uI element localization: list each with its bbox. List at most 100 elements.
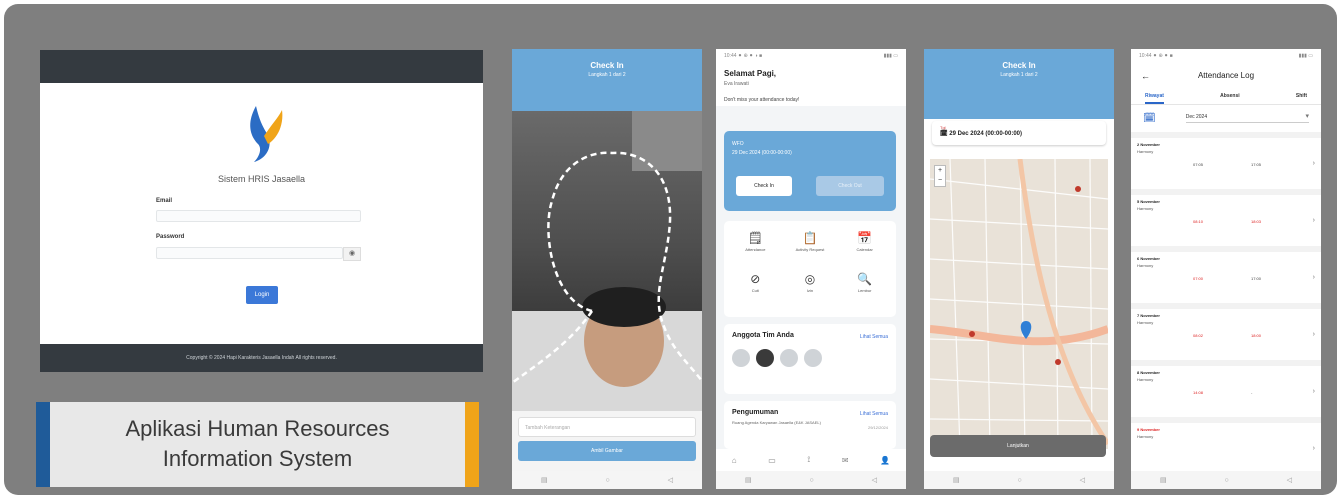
list-item[interactable]: 7 November Harmony 08:02 18:00 › [1131,303,1321,360]
menu-item-activity-request[interactable]: 📋 Activity Request [783,231,838,266]
avatar[interactable] [804,349,822,367]
avatar[interactable] [732,349,750,367]
keterangan-input[interactable]: Tambah Keterangan [518,417,696,437]
attendance-card: WFO 29 Dec 2024 (00:00-00:00) Check In C… [724,131,896,211]
chevron-right-icon[interactable]: › [1313,445,1315,452]
status-time: 10:44 ⚫ ⊕ ⚫ ◑ ■ [724,53,763,59]
chevron-right-icon[interactable]: › [1313,274,1315,281]
eye-icon[interactable]: ◉ [343,247,361,261]
log-shift: Harmony [1137,206,1154,211]
profile-tab-icon[interactable]: 👤 [880,456,890,465]
android-nav-bar: ▤ ○ ◁ [716,471,906,489]
team-avatars [732,349,888,367]
log-date: 2 November [1137,142,1160,147]
menu-item-cuti[interactable]: ⊘ Cuti [728,272,783,307]
menu-item-calendar[interactable]: 📅 Calendar [837,231,892,266]
log-shift: Harmony [1137,434,1154,439]
email-field[interactable] [156,210,361,222]
check-out-button[interactable]: Check Out [816,176,884,196]
back-arrow-icon[interactable]: ← [1141,65,1150,87]
recents-icon[interactable]: ▤ [953,476,960,484]
app-bottom-nav: ⌂ ▭ ⟟ ✉ 👤 [716,449,906,471]
list-item[interactable]: 9 November Harmony › [1131,417,1321,474]
attendance-tab-icon[interactable]: ▭ [768,456,776,465]
menu-item-attendance[interactable]: 🗒 Attendance [728,231,783,266]
camera-preview [512,111,702,411]
announcement-section: Pengumuman Lihat Semua Ruang Agenda Kary… [724,401,896,449]
list-item[interactable]: 2 November Harmony 07:05 17:05 › [1131,132,1321,189]
back-icon[interactable]: ◁ [872,476,877,484]
log-shift: Harmony [1137,149,1154,154]
list-item[interactable]: 6 November Harmony 07:00 17:00 › [1131,246,1321,303]
avatar[interactable] [756,349,774,367]
chevron-right-icon[interactable]: › [1313,217,1315,224]
greeting-block: Selamat Pagi, Eva Irawati [716,65,906,91]
log-date: 9 November [1137,427,1160,432]
log-check-out: - [1251,390,1253,395]
see-all-team-link[interactable]: Lihat Semua [860,334,888,340]
map-title: Check In [1002,61,1036,70]
feature-menu-grid: 🗒 Attendance 📋 Activity Request 📅 Calendar … [724,221,896,317]
home-tab-icon[interactable]: ⌂ [732,456,737,465]
password-field[interactable] [156,247,343,259]
back-icon[interactable]: ◁ [1287,476,1292,484]
chevron-right-icon[interactable]: › [1313,331,1315,338]
list-item[interactable]: 5 November Harmony 08:10 18:03 › [1131,189,1321,246]
checkin-step: Langkah 1 dari 2 [588,72,626,78]
attendance-reminder: Don't miss your attendance today! [716,91,906,106]
recents-icon[interactable]: ▤ [541,476,548,484]
caption-box: Aplikasi Human Resources Information Sys… [36,402,479,487]
web-footer: Copyright © 2024 Hapi Karakteris Jasaell… [40,344,483,372]
log-check-in: 14:08 [1193,390,1204,395]
announcement-date: 29/12/2024 [867,425,888,430]
map-zoom-controls[interactable]: + − [934,165,946,187]
home-icon[interactable]: ○ [605,477,609,484]
menu-item-lembur[interactable]: 🔍 Lembur [837,272,892,307]
tab-absensi[interactable]: Absensi [1220,93,1239,104]
showcase-frame: Sistem HRIS Jasaella Email Password ◉ Lo… [4,4,1337,495]
log-check-in: 07:05 [1193,162,1204,167]
avatar[interactable] [780,349,798,367]
chevron-right-icon[interactable]: › [1313,160,1315,167]
month-select[interactable]: Dec 2024 [1185,112,1309,123]
tab-shift[interactable]: Shift [1296,93,1307,104]
login-button[interactable]: Login [246,286,278,304]
phone-attendance-log: 10:44 ⚫ ⊕ ⚫ ■ ▮▮▮ ▭ ← Attendance Log Riwa… [1131,49,1321,489]
tab-riwayat[interactable]: Riwayat [1145,93,1164,104]
overtime-icon: 🔍 [857,272,873,286]
continue-button[interactable]: Lanjutkan [930,435,1106,457]
see-all-announcement-link[interactable]: Lihat Semua [860,411,888,417]
back-icon[interactable]: ◁ [1080,476,1085,484]
app-name: Sistem HRIS Jasaella [217,174,306,184]
home-icon[interactable]: ○ [1017,477,1021,484]
status-time: 10:44 ⚫ ⊕ ⚫ ■ [1139,53,1173,59]
inbox-tab-icon[interactable]: ✉ [842,456,849,465]
phone-camera-checkin: Check In Langkah 1 dari 2 Tambah Keteran… [512,49,702,489]
home-icon[interactable]: ○ [1224,477,1228,484]
status-bar: 10:44 ⚫ ⊕ ⚫ ◑ ■ ▮▮▮ ▭ [716,49,906,65]
log-check-out: 17:00 [1251,276,1262,281]
menu-item-izin[interactable]: ◎ Izin [783,272,838,307]
back-icon[interactable]: ◁ [668,476,673,484]
log-date: 6 November [1137,256,1160,261]
chevron-right-icon[interactable]: › [1313,388,1315,395]
check-in-button[interactable]: Check In [736,176,792,196]
log-check-in: 07:00 [1193,276,1204,281]
caption-text: Aplikasi Human Resources Information Sys… [50,414,465,474]
map-view[interactable]: + − [930,159,1108,449]
calendar-icon[interactable]: 🗓 [1143,113,1156,124]
request-tab-icon[interactable]: ⟟ [807,455,810,465]
date-value: 🗓 29 Dec 2024 (00:00-00:00) [940,131,1023,137]
log-title-bar: ← Attendance Log [1131,65,1321,87]
leave-icon: ⊘ [750,272,761,286]
recents-icon[interactable]: ▤ [745,476,752,484]
take-photo-button[interactable]: Ambil Gambar [518,441,696,461]
recents-icon[interactable]: ▤ [1160,476,1167,484]
map-header: Check In Langkah 1 dari 2 [924,49,1114,119]
home-icon[interactable]: ○ [809,477,813,484]
caption-left-bar [36,402,50,487]
map-streets [930,159,1108,449]
face-guide-outline [512,111,702,411]
announcement-body[interactable]: Ruang Agenda Karyawan Jasaella (E&K JASA… [732,420,822,426]
list-item[interactable]: 8 November Harmony 14:08 - › [1131,360,1321,417]
